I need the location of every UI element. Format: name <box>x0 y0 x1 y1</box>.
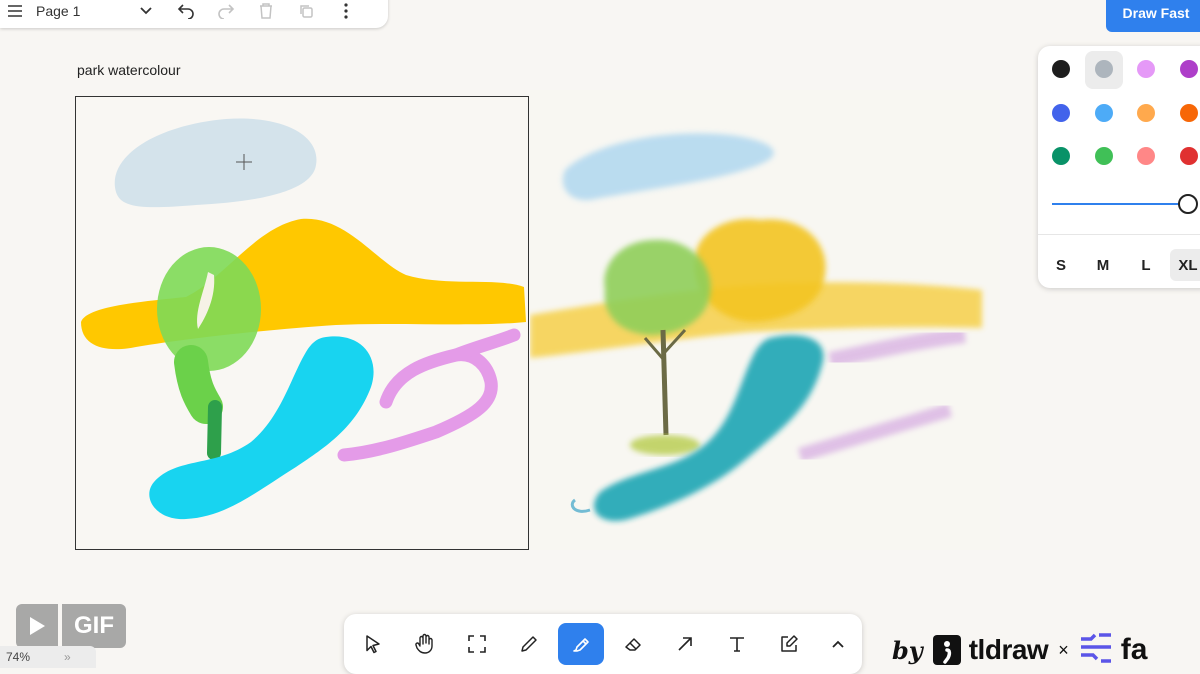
more-tools-button[interactable] <box>816 623 860 665</box>
tldraw-logo-icon <box>932 635 961 665</box>
gif-badge: GIF <box>16 604 126 648</box>
size-button-l[interactable]: L <box>1128 249 1164 281</box>
size-button-m[interactable]: M <box>1085 249 1121 281</box>
generated-watercolour-image <box>530 90 1000 550</box>
text-tool-button[interactable] <box>714 623 760 665</box>
color-swatch-9[interactable] <box>1095 147 1113 165</box>
color-swatch-2[interactable] <box>1137 60 1155 78</box>
brand-by: by <box>892 635 923 665</box>
hamburger-menu-icon[interactable] <box>0 0 30 26</box>
size-button-s[interactable]: S <box>1043 249 1079 281</box>
more-vertical-icon[interactable] <box>326 0 366 26</box>
drawing-frame[interactable] <box>75 96 529 550</box>
arrow-icon <box>678 637 692 651</box>
select-tool-button[interactable] <box>350 623 396 665</box>
opacity-slider-thumb[interactable] <box>1178 194 1198 214</box>
chevron-down-icon[interactable] <box>126 0 166 26</box>
color-swatch-1[interactable] <box>1095 60 1113 78</box>
tool-toolbar <box>344 614 862 674</box>
pencil-icon <box>521 636 537 652</box>
gif-label: GIF <box>62 604 126 648</box>
color-swatch-3[interactable] <box>1180 60 1198 78</box>
trash-icon[interactable] <box>246 0 286 26</box>
double-chevron-right-icon: » <box>64 650 71 664</box>
hand-tool-button[interactable] <box>402 623 448 665</box>
note-edit-icon <box>781 635 798 652</box>
color-swatch-7[interactable] <box>1180 104 1198 122</box>
color-swatch-0[interactable] <box>1052 60 1070 78</box>
color-swatch-10[interactable] <box>1137 147 1155 165</box>
sketch-drawing <box>81 118 526 520</box>
undo-icon[interactable] <box>166 0 206 26</box>
style-panel: S M L XL <box>1038 46 1200 288</box>
arrow-tool-button[interactable] <box>662 623 708 665</box>
brand-fal: fa <box>1120 633 1148 666</box>
branding: by tldraw × fa <box>892 630 1147 670</box>
draw-fast-button[interactable]: Draw Fast <box>1106 0 1200 32</box>
color-swatch-5[interactable] <box>1095 104 1113 122</box>
fal-logo-icon <box>1079 632 1113 668</box>
brand-x: × <box>1058 639 1069 660</box>
highlight-tool-button[interactable] <box>558 623 604 665</box>
eraser-icon <box>625 638 641 651</box>
redo-icon[interactable] <box>206 0 246 26</box>
eraser-tool-button[interactable] <box>610 623 656 665</box>
frame-tool-button[interactable] <box>454 623 500 665</box>
opacity-slider-track[interactable] <box>1052 203 1190 205</box>
text-icon <box>730 637 744 652</box>
color-swatch-8[interactable] <box>1052 147 1070 165</box>
chevron-up-icon <box>832 640 844 648</box>
panel-divider <box>1038 234 1200 235</box>
draw-tool-button[interactable] <box>506 623 552 665</box>
color-swatch-11[interactable] <box>1180 147 1198 165</box>
note-tool-button[interactable] <box>766 623 812 665</box>
duplicate-icon[interactable] <box>286 0 326 26</box>
frame-label[interactable]: park watercolour <box>77 62 181 78</box>
frame-icon <box>468 635 486 653</box>
size-button-xl[interactable]: XL <box>1170 249 1200 281</box>
hand-icon <box>415 633 433 654</box>
cursor-icon <box>366 635 380 654</box>
page-name[interactable]: Page 1 <box>36 3 126 19</box>
top-menu-bar: Page 1 <box>0 0 388 28</box>
brand-tldraw: tldraw <box>968 634 1049 665</box>
color-swatch-4[interactable] <box>1052 104 1070 122</box>
zoom-value: 74% <box>6 650 31 664</box>
zoom-indicator[interactable]: 74% » <box>0 646 96 668</box>
highlighter-icon <box>573 638 589 652</box>
color-swatch-6[interactable] <box>1137 104 1155 122</box>
play-icon <box>16 604 58 648</box>
